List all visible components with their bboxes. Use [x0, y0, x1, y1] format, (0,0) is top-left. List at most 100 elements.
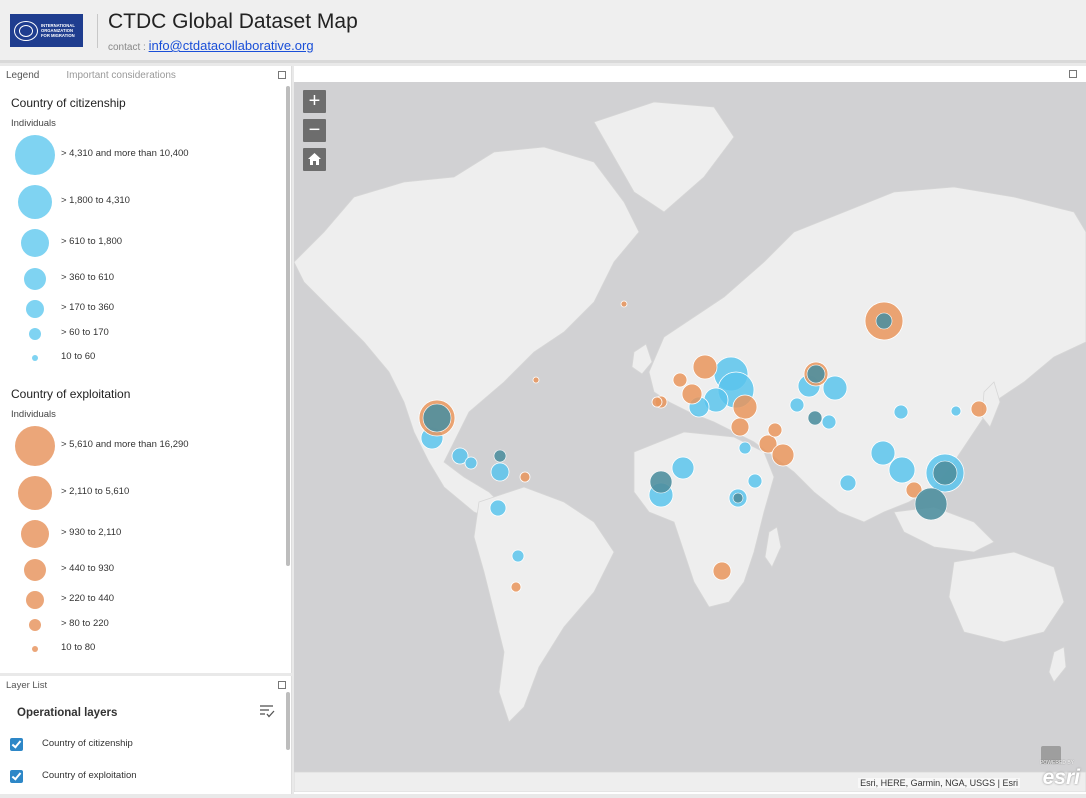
zoom-in-button[interactable]: +	[303, 90, 326, 113]
map-point[interactable]	[839, 474, 857, 492]
map-point[interactable]	[932, 460, 958, 486]
class-label: > 170 to 360	[61, 302, 115, 313]
map-point[interactable]	[732, 492, 744, 504]
map-topbar	[294, 66, 1086, 82]
new-zealand-shape	[1048, 646, 1067, 683]
tab-legend[interactable]: Legend	[6, 70, 39, 81]
uk-shape	[631, 343, 653, 375]
map-point[interactable]	[651, 396, 663, 408]
citizenship-class-3: > 610 to 1,800	[0, 229, 280, 257]
map-point[interactable]	[806, 364, 826, 384]
map-point[interactable]	[490, 462, 510, 482]
map-point[interactable]	[747, 473, 763, 489]
map-point[interactable]	[620, 300, 628, 308]
map-point[interactable]	[875, 312, 893, 330]
land-masses	[294, 101, 1086, 792]
map-point[interactable]	[950, 405, 962, 417]
exploitation-class-6: > 80 to 220	[0, 615, 280, 635]
map-point[interactable]	[489, 499, 507, 517]
map-point[interactable]	[692, 354, 718, 380]
header-divider	[97, 14, 98, 48]
map-point[interactable]	[771, 443, 795, 467]
exploitation-class-7: 10 to 80	[0, 639, 280, 659]
map-point[interactable]	[888, 456, 916, 484]
esri-logo[interactable]: esri	[1043, 766, 1080, 790]
class-label: > 1,800 to 4,310	[61, 195, 130, 206]
citizenship-class-5: > 170 to 360	[0, 299, 280, 319]
map-point[interactable]	[712, 561, 732, 581]
citizenship-class-6: > 60 to 170	[0, 324, 280, 344]
class-label: > 5,610 and more than 16,290	[61, 439, 189, 450]
map-point[interactable]	[672, 372, 688, 388]
map-attribution: Esri, HERE, Garmin, NGA, USGS | Esri	[858, 778, 1020, 788]
maximize-icon[interactable]	[278, 71, 286, 79]
globe-icon	[14, 20, 38, 41]
circle-symbol-icon	[21, 229, 49, 257]
map-point[interactable]	[870, 440, 896, 466]
exploitation-class-3: > 930 to 2,110	[0, 520, 280, 548]
class-label: > 220 to 440	[61, 593, 115, 604]
contact-email-link[interactable]: info@ctdatacollaborative.org	[149, 38, 314, 53]
map-point[interactable]	[511, 549, 525, 563]
contact-line: contact : info@ctdatacollaborative.org	[108, 38, 314, 53]
map-point[interactable]	[789, 397, 805, 413]
layer-options-icon[interactable]	[259, 704, 275, 718]
layer-label: Country of exploitation	[42, 770, 137, 781]
maximize-icon[interactable]	[1069, 70, 1077, 78]
map-view[interactable]: + − Esri, HERE, Garmin, NGA, USGS | Esri…	[294, 82, 1086, 792]
class-label: 10 to 60	[61, 351, 96, 362]
legend-scrollbar[interactable]	[286, 86, 290, 566]
home-button[interactable]	[303, 148, 326, 171]
tab-important-considerations[interactable]: Important considerations	[66, 70, 176, 81]
map-point[interactable]	[510, 581, 522, 593]
australia-shape	[948, 551, 1065, 643]
map-point[interactable]	[422, 403, 452, 433]
map-point[interactable]	[732, 394, 758, 420]
map-point[interactable]	[532, 376, 540, 384]
map-point[interactable]	[914, 487, 948, 521]
circle-symbol-icon	[26, 591, 44, 609]
map-point[interactable]	[970, 400, 988, 418]
checkbox-icon[interactable]	[10, 770, 23, 783]
map-point[interactable]	[649, 470, 673, 494]
map-point[interactable]	[681, 383, 703, 405]
circle-symbol-icon	[18, 185, 52, 219]
map-point[interactable]	[807, 410, 823, 426]
legend-panel: Legend Important considerations Country …	[0, 66, 292, 673]
circle-symbol-icon	[24, 559, 46, 581]
map-panel: + − Esri, HERE, Garmin, NGA, USGS | Esri…	[294, 66, 1086, 794]
map-point[interactable]	[738, 441, 752, 455]
map-point[interactable]	[464, 456, 478, 470]
map-point[interactable]	[821, 414, 837, 430]
layer-item-citizenship[interactable]: Country of citizenship	[10, 737, 270, 753]
citizenship-class-7: 10 to 60	[0, 348, 280, 368]
map-point[interactable]	[767, 422, 783, 438]
circle-symbol-icon	[18, 476, 52, 510]
circle-symbol-icon	[26, 300, 44, 318]
citizenship-unit: Individuals	[11, 118, 56, 129]
circle-symbol-icon	[32, 355, 38, 361]
map-point[interactable]	[671, 456, 695, 480]
map-point[interactable]	[493, 449, 507, 463]
layer-item-exploitation[interactable]: Country of exploitation	[10, 769, 270, 785]
checkbox-icon[interactable]	[10, 738, 23, 751]
zoom-out-button[interactable]: −	[303, 119, 326, 142]
citizenship-title: Country of citizenship	[11, 96, 126, 110]
citizenship-class-1: > 4,310 and more than 10,400	[0, 135, 280, 175]
layer-list-scrollbar[interactable]	[286, 692, 290, 750]
maximize-icon[interactable]	[278, 681, 286, 689]
app-header: INTERNATIONAL ORGANIZATION FOR MIGRATION…	[0, 0, 1086, 63]
class-label: > 930 to 2,110	[61, 527, 122, 538]
logo-line-3: FOR MIGRATION	[41, 33, 75, 38]
exploitation-class-2: > 2,110 to 5,610	[0, 476, 280, 510]
citizenship-class-2: > 1,800 to 4,310	[0, 185, 280, 219]
circle-symbol-icon	[21, 520, 49, 548]
africa-shape	[633, 431, 775, 608]
map-point[interactable]	[519, 471, 531, 483]
exploitation-title: Country of exploitation	[11, 387, 131, 401]
class-label: > 360 to 610	[61, 272, 115, 283]
map-point[interactable]	[893, 404, 909, 420]
madagascar-shape	[764, 526, 782, 568]
layer-label: Country of citizenship	[42, 738, 133, 749]
map-point[interactable]	[730, 417, 750, 437]
